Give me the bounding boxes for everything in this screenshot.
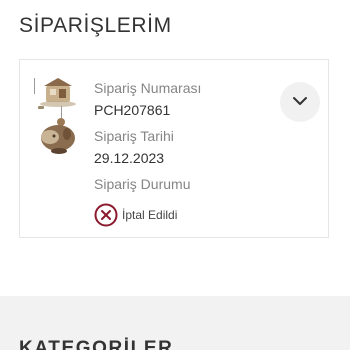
categories-heading: KATEGORİLER bbox=[19, 338, 174, 350]
order-card[interactable]: Sipariş Numarası PCH207861 Sipariş Tarih… bbox=[19, 59, 329, 238]
chevron-down-icon bbox=[292, 93, 308, 111]
orders-page: SİPARİŞLERİM Sipariş Numarası PCH207861 … bbox=[0, 0, 350, 350]
order-number-label: Sipariş Numarası bbox=[94, 80, 202, 96]
product-thumbnail-top bbox=[34, 78, 76, 118]
order-status-value: İptal Edildi bbox=[122, 208, 178, 222]
order-date-label: Sipariş Tarihi bbox=[94, 128, 174, 144]
expand-order-button[interactable] bbox=[280, 82, 320, 122]
product-thumbnail-bottom bbox=[41, 118, 75, 154]
cancel-circle-icon bbox=[94, 203, 118, 227]
order-status: İptal Edildi bbox=[94, 202, 177, 228]
order-number-value: PCH207861 bbox=[94, 102, 171, 118]
page-title: SİPARİŞLERİM bbox=[19, 14, 172, 37]
order-date-value: 29.12.2023 bbox=[94, 150, 165, 166]
order-status-label: Sipariş Durumu bbox=[94, 176, 191, 192]
product-image bbox=[28, 74, 82, 158]
